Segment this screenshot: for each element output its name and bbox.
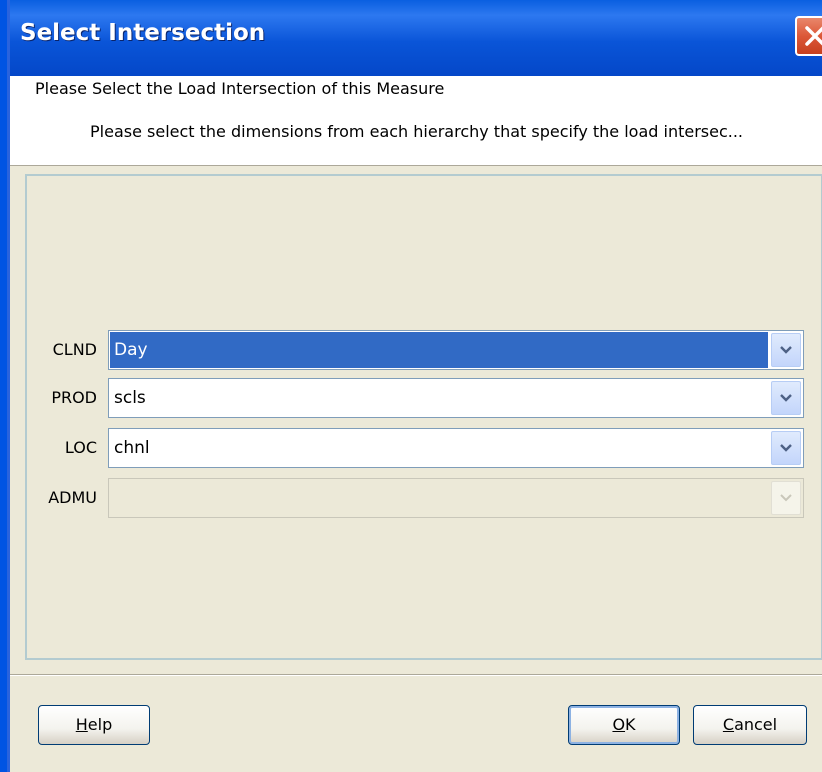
prod-dropdown-arrow[interactable] — [771, 381, 801, 415]
row-clnd: CLND Day — [0, 330, 822, 370]
admu-label: ADMU — [48, 488, 97, 507]
ok-button-mnemonic: O — [612, 715, 626, 734]
loc-dropdown-value: chnl — [114, 438, 150, 458]
header-description: Please select the dimensions from each h… — [90, 122, 744, 141]
loc-label: LOC — [64, 438, 97, 457]
footer-separator — [10, 674, 822, 676]
help-button-mnemonic: H — [75, 715, 88, 734]
dialog-header: Please Select the Load Intersection of t… — [10, 76, 822, 166]
prod-label: PROD — [51, 388, 97, 407]
prod-dropdown[interactable]: scls — [108, 378, 804, 418]
prod-dropdown-value: scls — [114, 388, 146, 408]
admu-dropdown-arrow — [771, 481, 801, 515]
clnd-dropdown-value: Day — [110, 332, 768, 368]
chevron-down-icon — [780, 444, 792, 452]
close-button[interactable] — [795, 16, 822, 56]
window-title: Select Intersection — [20, 20, 266, 46]
clnd-dropdown[interactable]: Day — [108, 330, 804, 370]
loc-dropdown-arrow[interactable] — [771, 431, 801, 465]
chevron-down-icon — [780, 494, 792, 502]
row-admu: ADMU — [0, 478, 822, 518]
cancel-button-mnemonic: C — [722, 715, 735, 734]
row-prod: PROD scls — [0, 378, 822, 418]
clnd-label: CLND — [52, 340, 97, 359]
ok-button[interactable]: OK — [568, 705, 680, 745]
close-icon — [805, 26, 822, 46]
cancel-button-label: ancel — [734, 715, 778, 734]
loc-dropdown[interactable]: chnl — [108, 428, 804, 468]
help-button-label: elp — [87, 715, 113, 734]
cancel-button[interactable]: Cancel — [693, 705, 807, 745]
header-title: Please Select the Load Intersection of t… — [35, 79, 445, 98]
admu-dropdown — [108, 478, 804, 518]
title-bar[interactable]: Select Intersection — [10, 0, 822, 76]
admu-dropdown-value — [110, 480, 768, 516]
ok-button-label: K — [625, 715, 636, 734]
chevron-down-icon — [780, 394, 792, 402]
chevron-down-icon — [780, 346, 792, 354]
clnd-dropdown-arrow[interactable] — [771, 333, 801, 367]
row-loc: LOC chnl — [0, 428, 822, 468]
help-button[interactable]: Help — [38, 705, 150, 745]
